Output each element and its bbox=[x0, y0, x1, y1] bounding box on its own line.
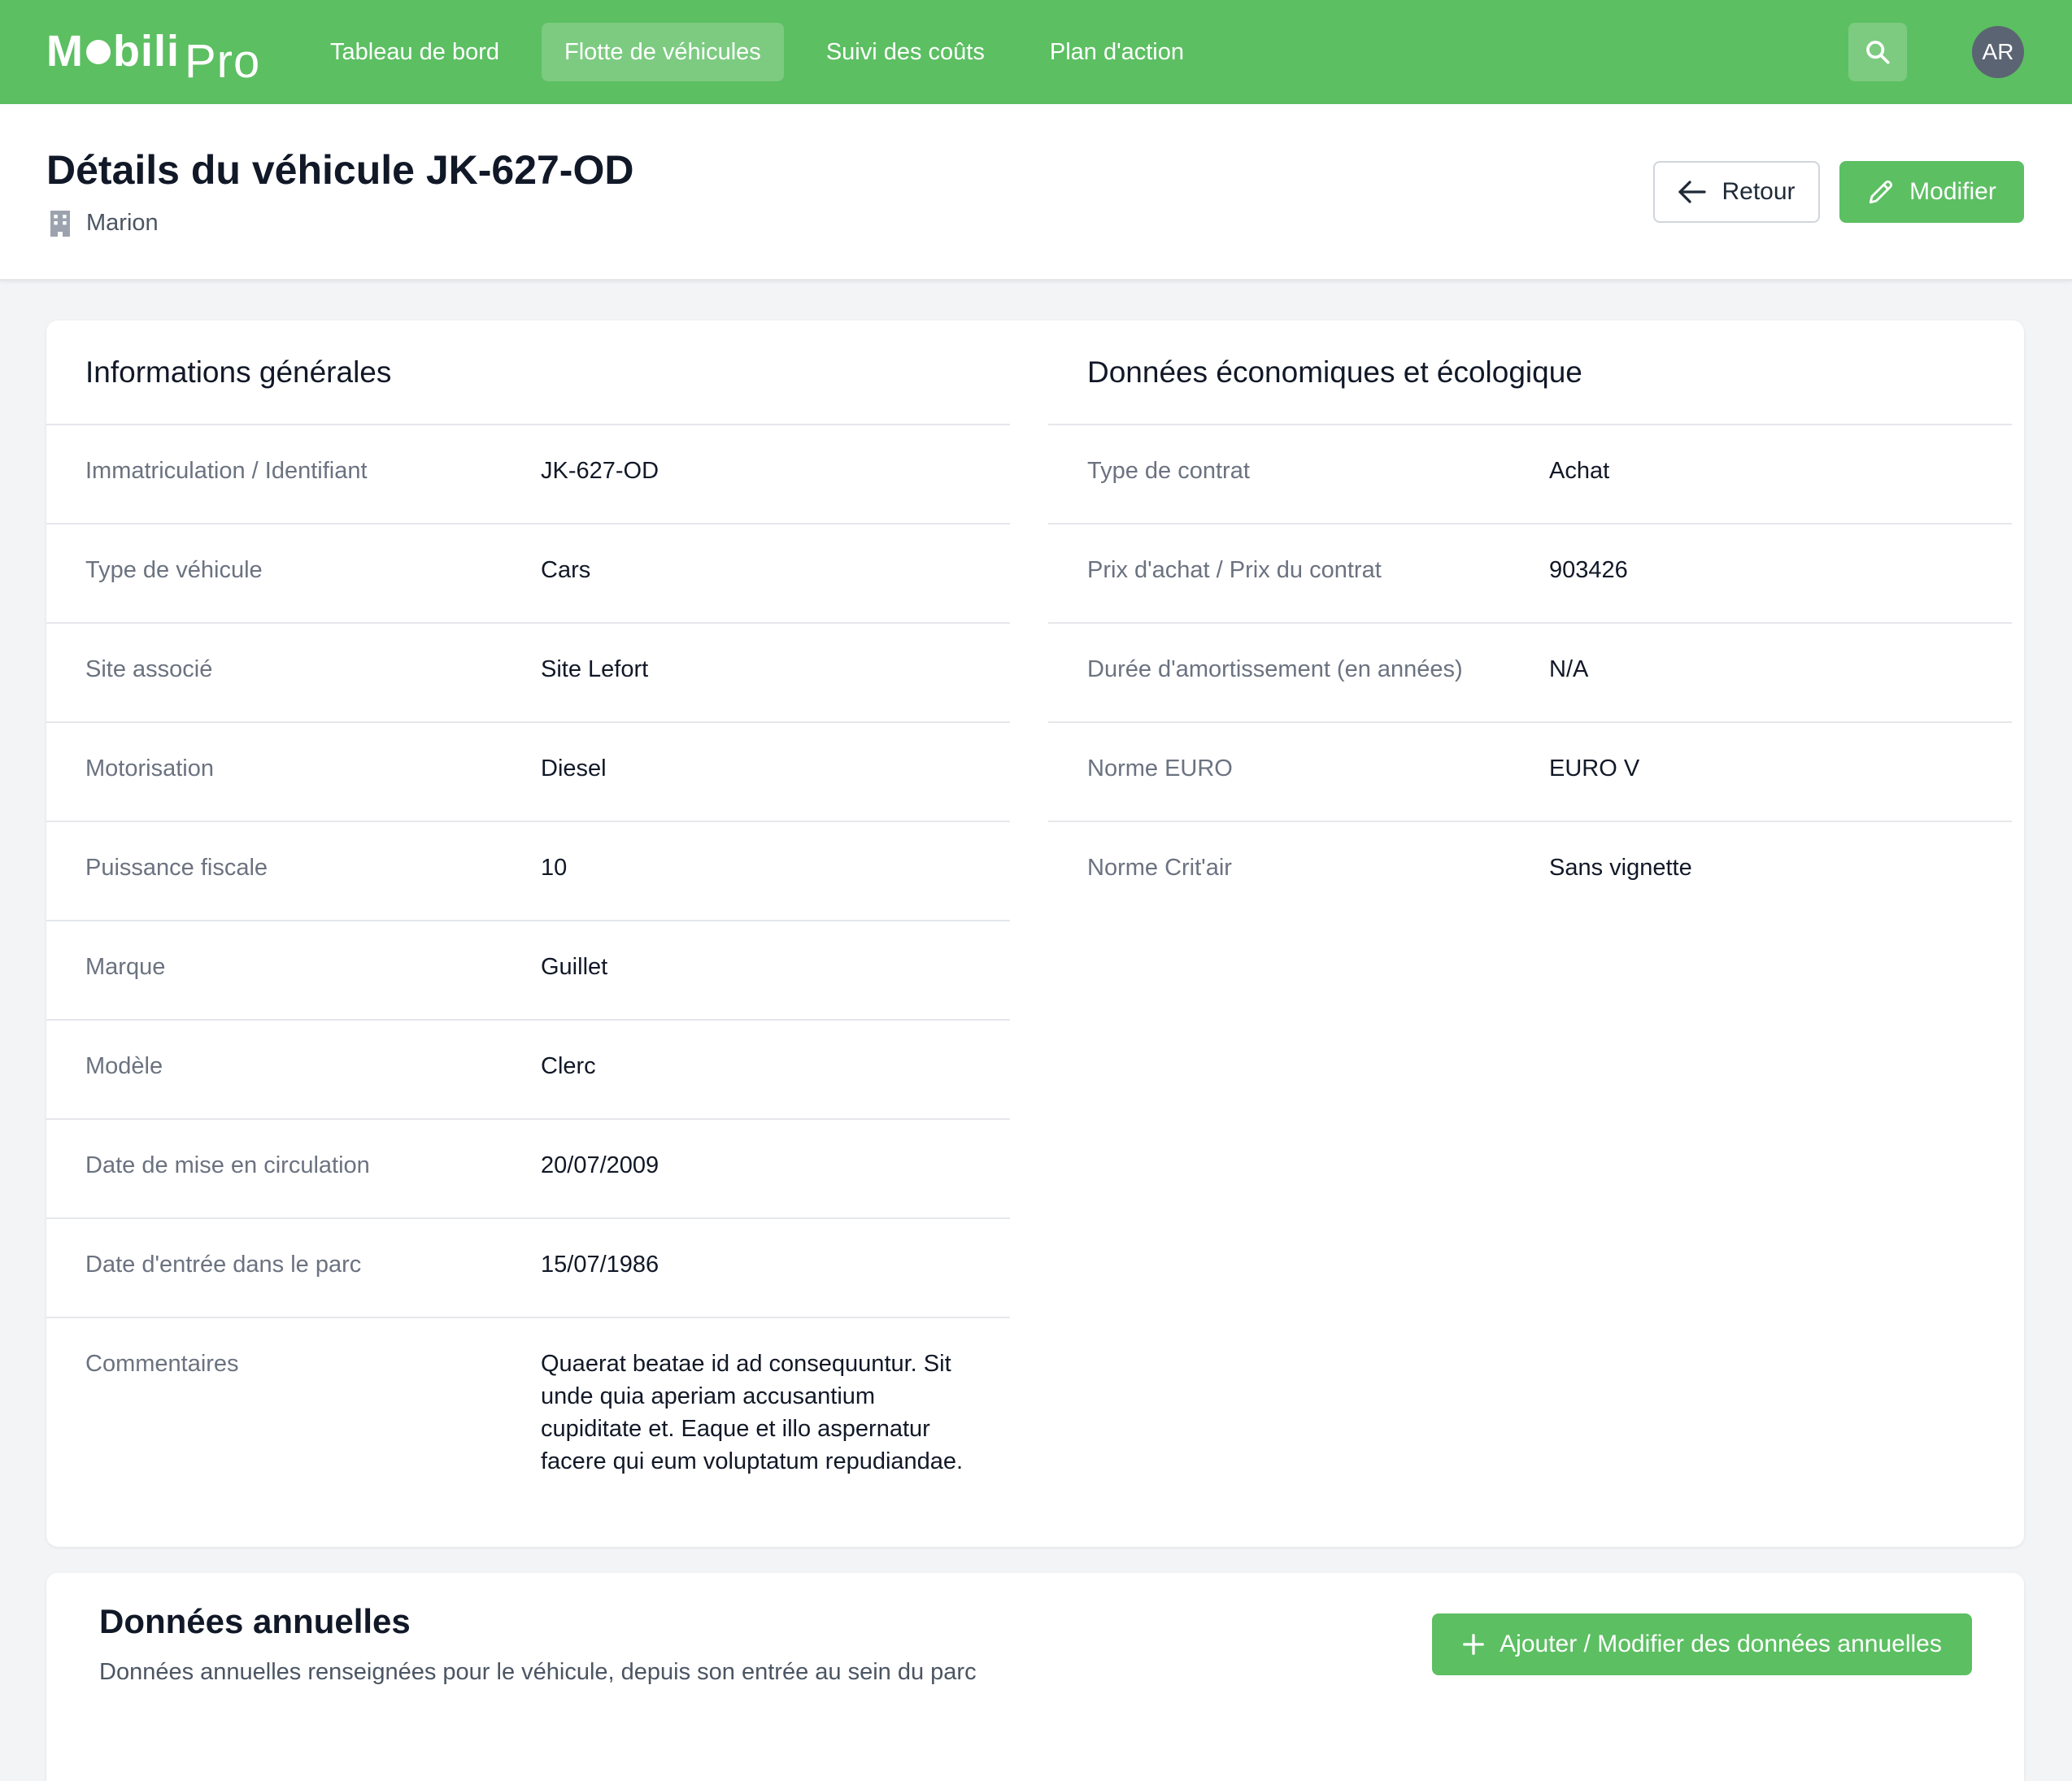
annual-button-label: Ajouter / Modifier des données annuelles bbox=[1500, 1631, 1942, 1657]
logo-dot-icon bbox=[85, 40, 111, 64]
info-row: Motorisation Diesel bbox=[46, 723, 1010, 822]
back-button-label: Retour bbox=[1722, 178, 1796, 205]
site-info: Marion bbox=[49, 210, 159, 237]
info-row: Norme Crit'air Sans vignette bbox=[1048, 822, 2012, 921]
nav-tableau-de-bord[interactable]: Tableau de bord bbox=[307, 23, 522, 81]
row-value: Sans vignette bbox=[1549, 855, 1692, 881]
info-row: Prix d'achat / Prix du contrat 903426 bbox=[1048, 525, 2012, 624]
row-value: Clerc bbox=[541, 1053, 596, 1079]
vehicle-details-card: Informations générales Immatriculation /… bbox=[46, 320, 2024, 1547]
add-edit-annual-data-button[interactable]: Ajouter / Modifier des données annuelles bbox=[1432, 1613, 1972, 1675]
user-avatar[interactable]: AR bbox=[1972, 26, 2024, 78]
row-value: Achat bbox=[1549, 458, 1610, 484]
row-label: Modèle bbox=[85, 1053, 163, 1079]
page-title: Détails du véhicule JK-627-OD bbox=[46, 147, 634, 193]
row-value: JK-627-OD bbox=[541, 458, 659, 484]
info-row: Date d'entrée dans le parc 15/07/1986 bbox=[46, 1219, 1010, 1318]
row-label: Immatriculation / Identifiant bbox=[85, 458, 368, 484]
pencil-icon bbox=[1869, 180, 1893, 204]
row-label: Date de mise en circulation bbox=[85, 1152, 370, 1178]
page-header: Détails du véhicule JK-627-OD Marion Ret… bbox=[0, 104, 2072, 281]
general-info-section: Informations générales Immatriculation /… bbox=[46, 320, 1010, 1546]
main-nav: Tableau de bord Flotte de véhicules Suiv… bbox=[307, 23, 1207, 81]
info-row: Type de contrat Achat bbox=[1048, 425, 2012, 525]
search-button[interactable] bbox=[1848, 23, 1907, 81]
logo-text-m: M bbox=[46, 27, 84, 76]
row-label: Date d'entrée dans le parc bbox=[85, 1252, 362, 1278]
row-label: Type de contrat bbox=[1087, 458, 1250, 484]
back-button[interactable]: Retour bbox=[1653, 161, 1820, 223]
row-label: Site associé bbox=[85, 656, 213, 682]
row-value: 15/07/1986 bbox=[541, 1252, 659, 1278]
comment-text: Quaerat beatae id ad consequuntur. Sit u… bbox=[541, 1351, 964, 1474]
row-label: Norme Crit'air bbox=[1087, 855, 1232, 881]
info-row: Immatriculation / Identifiant JK-627-OD bbox=[46, 425, 1010, 525]
annual-data-title: Données annuelles bbox=[99, 1602, 411, 1640]
row-value: Cars bbox=[541, 557, 591, 583]
info-row: Puissance fiscale 10 bbox=[46, 822, 1010, 921]
nav-plan-d-action[interactable]: Plan d'action bbox=[1027, 23, 1207, 81]
logo-text-pro: Pro bbox=[184, 35, 261, 88]
annual-data-subtitle: Données annuelles renseignées pour le vé… bbox=[99, 1659, 977, 1685]
info-row: Modèle Clerc bbox=[46, 1021, 1010, 1120]
search-icon bbox=[1866, 41, 1890, 64]
logo-text-bili: bili bbox=[112, 27, 180, 76]
info-row: Marque Guillet bbox=[46, 921, 1010, 1021]
row-label: Type de véhicule bbox=[85, 557, 263, 583]
edit-button-label: Modifier bbox=[1909, 178, 1996, 205]
building-icon bbox=[50, 210, 70, 237]
edit-button[interactable]: Modifier bbox=[1839, 161, 2024, 223]
nav-suivi-des-couts[interactable]: Suivi des coûts bbox=[803, 23, 1008, 81]
info-row: Durée d'amortissement (en années) N/A bbox=[1048, 624, 2012, 723]
row-value: EURO V bbox=[1549, 756, 1640, 782]
nav-flotte-de-vehicules[interactable]: Flotte de véhicules bbox=[542, 23, 784, 81]
info-row: Site associé Site Lefort bbox=[46, 624, 1010, 723]
row-value: 20/07/2009 bbox=[541, 1152, 659, 1178]
row-value: 10 bbox=[541, 855, 568, 881]
general-info-title: Informations générales bbox=[46, 320, 1010, 425]
info-row: Date de mise en circulation 20/07/2009 bbox=[46, 1120, 1010, 1219]
row-label: Prix d'achat / Prix du contrat bbox=[1087, 557, 1382, 583]
mobilipro-logo[interactable]: Mbili Pro bbox=[46, 23, 260, 88]
row-label: Marque bbox=[85, 954, 166, 980]
row-value: Diesel bbox=[541, 756, 607, 782]
info-row-comment: Commentaires Quaerat beatae id ad consequ… bbox=[46, 1318, 1010, 1546]
top-navbar: Mbili Pro Tableau de bord Flotte de véhic… bbox=[0, 0, 2072, 104]
economic-info-section: Données économiques et écologique Type d… bbox=[1048, 320, 2012, 921]
plus-icon bbox=[1463, 1634, 1485, 1655]
row-label: Motorisation bbox=[85, 756, 214, 782]
row-label: Puissance fiscale bbox=[85, 855, 268, 881]
site-name: Marion bbox=[86, 210, 159, 236]
row-value: Site Lefort bbox=[541, 656, 649, 682]
row-value: Guillet bbox=[541, 954, 608, 980]
row-label: Durée d'amortissement (en années) bbox=[1087, 656, 1463, 682]
info-row: Type de véhicule Cars bbox=[46, 525, 1010, 624]
info-row: Norme EURO EURO V bbox=[1048, 723, 2012, 822]
economic-info-title: Données économiques et écologique bbox=[1048, 320, 2012, 425]
annual-data-card: Données annuelles Données annuelles rens… bbox=[46, 1573, 2024, 1781]
row-label: Norme EURO bbox=[1087, 756, 1233, 782]
row-value: N/A bbox=[1549, 656, 1589, 682]
arrow-left-icon bbox=[1678, 181, 1707, 203]
row-value: 903426 bbox=[1549, 557, 1628, 583]
row-label: Commentaires bbox=[85, 1351, 239, 1377]
